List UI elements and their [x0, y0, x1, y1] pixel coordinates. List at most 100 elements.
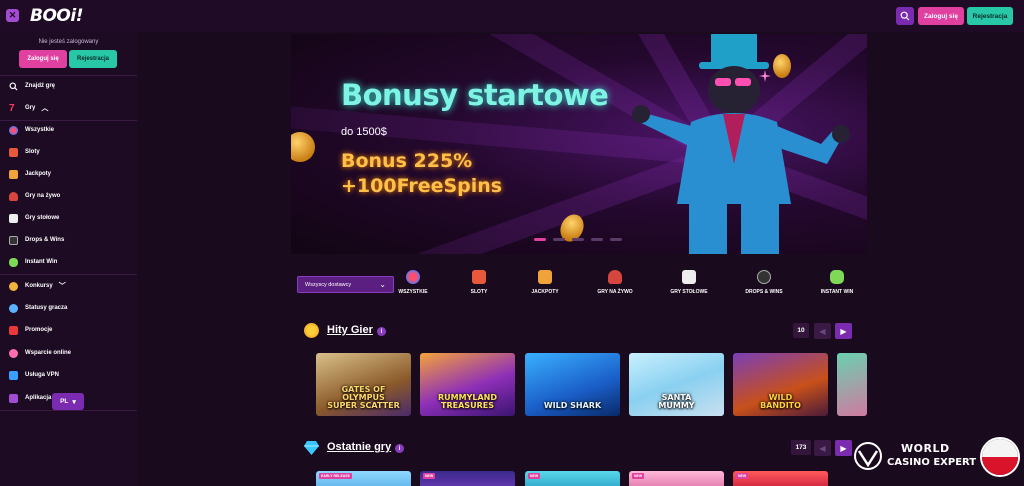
- sidebar-item-label: Drops & Wins: [25, 237, 65, 243]
- sidebar-item-label: Statusy gracza: [25, 305, 68, 311]
- carousel-dot[interactable]: [591, 238, 603, 241]
- sidebar-item-label: Konkursy: [25, 283, 53, 289]
- watermark: WORLD CASINO EXPERT: [853, 437, 1023, 477]
- login-button[interactable]: Zaloguj się: [918, 7, 964, 25]
- sidebar-item-drops[interactable]: Drops & Wins: [0, 229, 137, 251]
- carousel-dot[interactable]: [572, 238, 584, 241]
- category-label: GRY STOŁOWE: [670, 289, 708, 295]
- game-tile[interactable]: NEW: [629, 471, 724, 486]
- game-title: SANTA MUMMY: [658, 393, 695, 410]
- cards-icon: [9, 213, 18, 223]
- game-title: GATES OF OLYMPUS SUPER SCATTER: [327, 385, 400, 410]
- sidebar-item-label: Znajdź grę: [25, 83, 56, 89]
- game-tile[interactable]: GATES OF OLYMPUS SUPER SCATTER: [316, 353, 411, 416]
- sidebar-item-promotions[interactable]: Promocje: [0, 319, 137, 341]
- sidebar-item-label: Usługa VPN: [25, 372, 60, 378]
- game-tile[interactable]: NEW: [420, 471, 515, 486]
- hits-title[interactable]: Hity Gier: [327, 324, 373, 336]
- sidebar-item-label: Promocje: [25, 327, 53, 333]
- game-tile[interactable]: SANTA MUMMY: [629, 353, 724, 416]
- game-tag: EARLY RELEASE: [319, 473, 352, 479]
- category-instant[interactable]: INSTANT WIN: [797, 270, 877, 295]
- sidebar-item-label: Sloty: [25, 149, 40, 155]
- info-icon[interactable]: i: [377, 327, 386, 336]
- sidebar-item-status[interactable]: Statusy gracza: [0, 297, 137, 319]
- sidebar-item-find-game[interactable]: Znajdź grę: [0, 75, 137, 97]
- star-eyes-emoji-icon: [304, 323, 319, 338]
- sidebar-item-label: Gry: [25, 105, 36, 111]
- main-content: Bonusy startowe do 1500$ Bonus 225% +100…: [137, 32, 1024, 486]
- next-arrow-button[interactable]: ▶: [835, 440, 852, 456]
- sidebar-item-slots[interactable]: Sloty: [0, 141, 137, 163]
- game-tile[interactable]: NEW: [733, 471, 828, 486]
- coin-icon: [291, 132, 315, 162]
- language-label: PL: [60, 398, 69, 405]
- sidebar-item-live[interactable]: Gry na żywo: [0, 185, 137, 207]
- logo[interactable]: BOOi!: [30, 6, 83, 26]
- sidebar: Nie jesteś zalogowany Zaloguj się Rejest…: [0, 32, 137, 486]
- promo-banner[interactable]: Bonusy startowe do 1500$ Bonus 225% +100…: [291, 34, 867, 254]
- menu-toggle-icon[interactable]: ✕: [6, 9, 19, 22]
- sidebar-item-instant[interactable]: Instant Win: [0, 251, 137, 273]
- jackpot-icon: [538, 270, 552, 284]
- info-icon[interactable]: i: [395, 444, 404, 453]
- game-tile[interactable]: WILD BANDITO: [733, 353, 828, 416]
- carousel-dot[interactable]: [534, 238, 546, 241]
- sidebar-item-vpn[interactable]: Usługa VPN: [0, 364, 137, 386]
- sidebar-item-label: Jackpoty: [25, 171, 52, 177]
- game-tile[interactable]: [837, 353, 867, 416]
- search-icon: [900, 11, 910, 21]
- sidebar-item-table[interactable]: Gry stołowe: [0, 207, 137, 229]
- sidebar-login-button[interactable]: Zaloguj się: [19, 50, 67, 68]
- category-label: JACKPOTY: [531, 289, 559, 295]
- carousel-dot[interactable]: [610, 238, 622, 241]
- gorilla-mascot-icon: [632, 34, 850, 254]
- game-tile[interactable]: NEW: [525, 471, 620, 486]
- cards-icon: [682, 270, 696, 284]
- next-arrow-button[interactable]: ▶: [835, 323, 852, 339]
- chevron-down-icon: ▾: [72, 398, 76, 406]
- category-live[interactable]: GRY NA ŻYWO: [575, 270, 655, 295]
- sidebar-item-jackpots[interactable]: Jackpoty: [0, 163, 137, 185]
- page: ✕ BOOi! Zaloguj się Rejestracja Nie jest…: [0, 0, 1024, 486]
- recent-count: 173: [791, 440, 811, 455]
- drops-icon: [757, 270, 771, 284]
- app-icon: [9, 393, 18, 403]
- chevron-down-icon[interactable]: ﹀: [59, 281, 66, 291]
- game-tile[interactable]: WILD SHARK: [525, 353, 620, 416]
- status-icon: [9, 303, 18, 313]
- register-button[interactable]: Rejestracja: [967, 7, 1013, 25]
- game-tile[interactable]: RUMMYLAND TREASURES: [420, 353, 515, 416]
- carousel-dots: [534, 238, 622, 241]
- search-button[interactable]: [896, 7, 914, 25]
- category-table[interactable]: GRY STOŁOWE: [649, 270, 729, 295]
- sidebar-item-label: Wszystkie: [25, 127, 55, 133]
- jackpot-icon: [9, 169, 18, 179]
- carousel-dot[interactable]: [553, 238, 565, 241]
- trophy-icon: [9, 281, 18, 291]
- sidebar-item-contests[interactable]: Konkursy ﹀: [0, 275, 137, 297]
- provider-select-label: Wszyscy dostawcy: [305, 281, 352, 288]
- banner-bonus: Bonus 225% +100FreeSpins: [341, 150, 503, 197]
- sidebar-register-button[interactable]: Rejestracja: [69, 50, 117, 68]
- category-drops[interactable]: DROPS & WINS: [724, 270, 804, 295]
- slot-icon: [472, 270, 486, 284]
- prev-arrow-button[interactable]: ◀: [814, 323, 831, 339]
- banner-subtitle: do 1500$: [341, 126, 387, 138]
- category-jackpots[interactable]: JACKPOTY: [505, 270, 585, 295]
- sidebar-item-games[interactable]: 7 Gry ︿: [0, 97, 137, 119]
- category-label: DROPS & WINS: [745, 289, 783, 295]
- game-tag: NEW: [736, 473, 749, 479]
- recent-title[interactable]: Ostatnie gry: [327, 441, 391, 453]
- sidebar-item-support[interactable]: Wsparcie online: [0, 342, 137, 364]
- category-label: INSTANT WIN: [820, 289, 854, 295]
- game-tile[interactable]: EARLY RELEASE: [316, 471, 411, 486]
- chevron-up-icon[interactable]: ︿: [41, 103, 48, 113]
- game-title: RUMMYLAND TREASURES: [438, 393, 497, 410]
- sidebar-item-all[interactable]: Wszystkie: [0, 119, 137, 141]
- sidebar-item-label: Instant Win: [25, 259, 58, 265]
- top-bar: ✕ BOOi! Zaloguj się Rejestracja: [0, 0, 1024, 32]
- prev-arrow-button[interactable]: ◀: [814, 440, 831, 456]
- language-select[interactable]: PL ▾: [52, 393, 84, 410]
- world-casino-expert-logo-icon: [854, 442, 882, 470]
